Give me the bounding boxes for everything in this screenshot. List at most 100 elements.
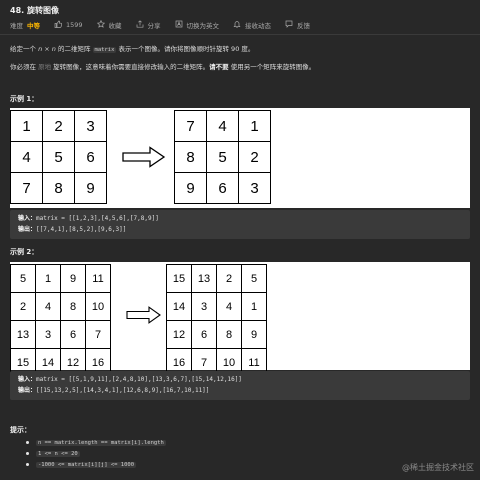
share-label: 分享 — [147, 22, 161, 30]
matrix-cell: 1 — [35, 264, 61, 293]
matrix-cell: 4 — [216, 292, 242, 321]
feedback-button[interactable]: 反馈 — [285, 20, 310, 30]
matrix-cell: 11 — [85, 264, 111, 293]
description-paragraph-2: 你必须在 原地 旋转图像，这意味着你需要直接修改输入的二维矩阵。请不要 使用另一… — [10, 61, 315, 71]
header-divider — [0, 34, 480, 35]
matrix-cell: 8 — [174, 141, 207, 173]
text: 使用另一个矩阵来旋转图像。 — [228, 63, 316, 71]
input-label: 输入： — [18, 215, 37, 222]
matrix-cell: 4 — [206, 110, 239, 142]
matrix-cell: 5 — [10, 264, 36, 293]
text: 旋转图像，这意味着你需要直接修改输入的二维矩阵。 — [51, 63, 210, 71]
difficulty: 难度 中等 — [10, 20, 40, 30]
problem-title: 48. 旋转图像 — [10, 6, 59, 15]
matrix-cell: 9 — [74, 172, 107, 204]
example-2-code: 输入：matrix = [[5,1,9,11],[2,4,8,10],[13,3… — [10, 371, 470, 400]
share-button[interactable]: 分享 — [136, 20, 161, 30]
matrix-cell: 2 — [10, 292, 36, 321]
translate-icon — [175, 20, 183, 30]
matrix-cell: 9 — [241, 320, 267, 349]
matrix-cell: 3 — [191, 292, 217, 321]
list-item: 1 <= n <= 20 — [22, 448, 166, 459]
input-value: matrix = [[5,1,9,11],[2,4,8,10],[13,3,6,… — [36, 376, 242, 383]
matrix-cell: 15 — [166, 264, 192, 293]
matrix-cell: 3 — [74, 110, 107, 142]
matrix-cell: 5 — [42, 141, 75, 173]
inline-code: matrix — [92, 47, 117, 53]
bell-icon — [233, 20, 241, 30]
switch-language-button[interactable]: 切换为英文 — [175, 20, 219, 30]
like-button[interactable]: 1599 — [54, 20, 83, 30]
matrix-cell: 1 — [10, 110, 43, 142]
output-value: [[15,13,2,5],[14,3,4,1],[12,6,8,9],[16,7… — [36, 387, 210, 394]
example-2-output-matrix: 15 13 2 5 14 3 4 1 12 6 8 9 16 7 10 11 — [166, 264, 267, 377]
matrix-cell: 7 — [85, 320, 111, 349]
thumbs-up-icon — [54, 20, 63, 30]
difficulty-label: 难度 — [10, 22, 23, 30]
matrix-cell: 2 — [216, 264, 242, 293]
example-2-heading: 示例 2： — [10, 248, 39, 256]
matrix-cell: 6 — [60, 320, 86, 349]
favorite-label: 收藏 — [108, 22, 122, 30]
example-1-code: 输入：matrix = [[1,2,3],[4,5,6],[7,8,9]] 输出… — [10, 210, 470, 239]
matrix-cell: 3 — [238, 172, 271, 204]
meta-bar: 难度 中等 1599 收藏 分享 切换为英文 接收动态 反馈 — [10, 19, 310, 30]
matrix-cell: 13 — [10, 320, 36, 349]
matrix-cell: 8 — [60, 292, 86, 321]
tips-list: n == matrix.length == matrix[i].length 1… — [22, 437, 166, 470]
list-item: -1000 <= matrix[i][j] <= 1000 — [22, 459, 166, 470]
tip-code: 1 <= n <= 20 — [36, 451, 80, 457]
strong-text: 请不要 — [209, 63, 229, 71]
feedback-label: 反馈 — [297, 22, 311, 30]
tip-code: n == matrix.length == matrix[i].length — [36, 440, 166, 446]
matrix-cell: 2 — [238, 141, 271, 173]
text: 你必须在 — [10, 63, 39, 71]
star-icon — [96, 19, 105, 30]
matrix-cell: 8 — [216, 320, 242, 349]
feedback-icon — [285, 20, 293, 30]
matrix-cell: 3 — [35, 320, 61, 349]
notify-label: 接收动态 — [245, 22, 272, 30]
example-1-figure: 123 456 789 741 852 963 — [10, 108, 470, 208]
example-1-output-matrix: 741 852 963 — [174, 110, 271, 204]
matrix-cell: 9 — [174, 172, 207, 204]
output-label: 输出： — [18, 226, 37, 233]
matrix-cell: 2 — [42, 110, 75, 142]
example-1-heading: 示例 1： — [10, 95, 39, 103]
input-label: 输入： — [18, 376, 37, 383]
share-icon — [136, 20, 144, 30]
matrix-cell: 14 — [166, 292, 192, 321]
tip-code: -1000 <= matrix[i][j] <= 1000 — [36, 462, 137, 468]
favorite-button[interactable]: 收藏 — [96, 19, 122, 30]
matrix-cell: 7 — [174, 110, 207, 142]
example-1-input-matrix: 123 456 789 — [10, 110, 107, 204]
text: 给定一个 — [10, 45, 39, 53]
output-label: 输出： — [18, 387, 37, 394]
output-value: [[7,4,1],[8,5,2],[9,6,3]] — [36, 226, 127, 233]
matrix-cell: 4 — [35, 292, 61, 321]
matrix-cell: 12 — [166, 320, 192, 349]
matrix-cell: 13 — [191, 264, 217, 293]
matrix-cell: 1 — [241, 292, 267, 321]
matrix-cell: 6 — [206, 172, 239, 204]
matrix-cell: 5 — [241, 264, 267, 293]
matrix-cell: 1 — [238, 110, 271, 142]
like-count: 1599 — [66, 21, 83, 29]
watermark: @稀土掘金技术社区 — [402, 463, 474, 472]
difficulty-badge: 中等 — [27, 22, 40, 30]
matrix-cell: 9 — [60, 264, 86, 293]
in-place-link[interactable]: 原地 — [38, 63, 51, 71]
matrix-cell: 5 — [206, 141, 239, 173]
right-arrow-icon — [122, 146, 166, 168]
text: 表示一个图像。请你将图像顺时针旋转 90 度。 — [116, 45, 255, 53]
matrix-cell: 6 — [191, 320, 217, 349]
example-2-figure: 5 1 9 11 2 4 8 10 13 3 6 7 15 14 12 16 15 13 2 5 14 3 4 1 … — [10, 262, 470, 377]
tips-heading: 提示： — [10, 426, 31, 434]
right-arrow-icon — [126, 306, 161, 324]
matrix-cell: 8 — [42, 172, 75, 204]
list-item: n == matrix.length == matrix[i].length — [22, 437, 166, 448]
notify-button[interactable]: 接收动态 — [233, 20, 271, 30]
math-n: n × n — [38, 45, 56, 53]
matrix-cell: 4 — [10, 141, 43, 173]
text: 的二维矩阵 — [55, 45, 93, 53]
